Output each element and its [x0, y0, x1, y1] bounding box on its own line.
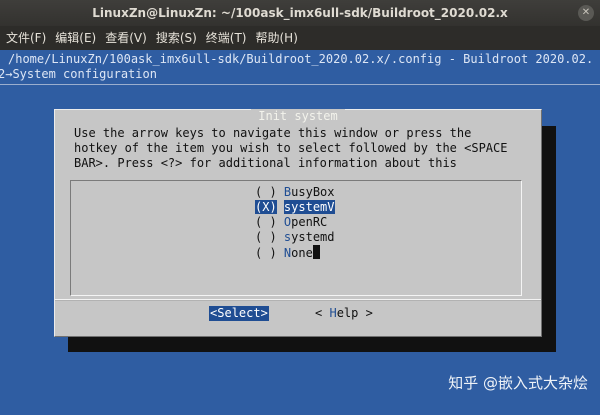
select-button[interactable]: <Select> — [209, 306, 269, 321]
bracket: < — [315, 306, 330, 320]
option-label: one — [291, 246, 313, 260]
close-icon[interactable]: ✕ — [578, 5, 594, 21]
terminal-window: LinuxZn@LinuxZn: ~/100ask_imx6ull-sdk/Bu… — [0, 0, 600, 415]
menu-item-help[interactable]: 帮助(H) — [253, 26, 304, 50]
button-label: elp — [336, 306, 359, 320]
menu-item-edit[interactable]: 编辑(E) — [52, 26, 102, 50]
button-label: elect — [224, 306, 261, 320]
option-systemv[interactable]: (X) systemV — [255, 200, 335, 215]
text-cursor — [312, 245, 320, 259]
radio-mark: (X) — [255, 200, 277, 214]
option-none[interactable]: ( ) None — [255, 245, 320, 260]
radio-mark: ( ) — [255, 215, 277, 229]
radio-mark: ( ) — [255, 185, 277, 199]
init-system-dialog: Init system Use the arrow keys to naviga… — [54, 109, 542, 337]
window-controls: ✕ — [578, 5, 594, 21]
menu-item-view[interactable]: 查看(V) — [102, 26, 153, 50]
dialog-title: Init system — [251, 109, 345, 123]
watermark: 知乎 @嵌入式大杂烩 — [448, 374, 588, 392]
window-title: LinuxZn@LinuxZn: ~/100ask_imx6ull-sdk/Bu… — [92, 6, 508, 20]
menu-item-search[interactable]: 搜索(S) — [153, 26, 203, 50]
option-busybox[interactable]: ( ) BusyBox — [255, 185, 335, 200]
menu-item-terminal[interactable]: 终端(T) — [203, 26, 253, 50]
radio-mark: ( ) — [255, 230, 277, 244]
header-rule — [0, 84, 600, 85]
option-label: penRC — [291, 215, 328, 229]
help-line: BAR>. Press <?> for additional informati… — [74, 156, 457, 170]
option-systemd[interactable]: ( ) systemd — [255, 230, 335, 245]
bracket: > — [260, 306, 268, 320]
button-divider-shadow — [55, 300, 541, 301]
option-label: ystemV — [291, 200, 335, 214]
config-path-line: /home/LinuxZn/100ask_imx6ull-sdk/Buildro… — [8, 52, 594, 66]
menu-item-file[interactable]: 文件(F) — [3, 26, 52, 50]
menu-breadcrumb: 2→System configuration — [0, 67, 157, 81]
terminal-area[interactable]: /home/LinuxZn/100ask_imx6ull-sdk/Buildro… — [0, 50, 600, 415]
options-list: ( ) BusyBox (X) systemV ( ) OpenRC ( ) s… — [70, 180, 522, 296]
bracket: > — [358, 306, 373, 320]
dialog-help-text: Use the arrow keys to navigate this wind… — [74, 126, 534, 171]
menu-bar: 文件(F) 编辑(E) 查看(V) 搜索(S) 终端(T) 帮助(H) — [0, 26, 600, 50]
help-line: hotkey of the item you wish to select fo… — [74, 141, 508, 155]
option-openrc[interactable]: ( ) OpenRC — [255, 215, 327, 230]
title-bar: LinuxZn@LinuxZn: ~/100ask_imx6ull-sdk/Bu… — [0, 0, 600, 26]
option-label: usyBox — [291, 185, 335, 199]
help-line: Use the arrow keys to navigate this wind… — [74, 126, 472, 140]
help-button[interactable]: < Help > — [315, 306, 373, 321]
option-label: ystemd — [291, 230, 335, 244]
button-hotkey: H — [329, 306, 337, 320]
radio-mark: ( ) — [255, 246, 277, 260]
